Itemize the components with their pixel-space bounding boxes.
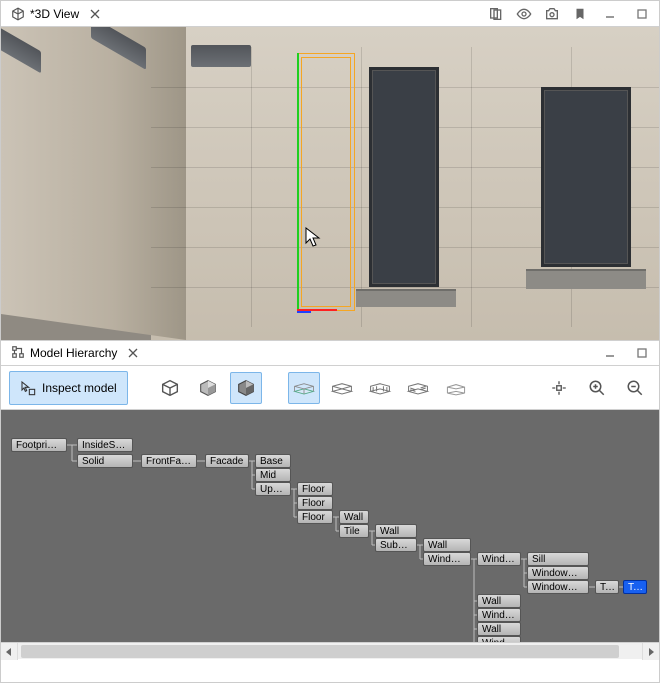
box-wire-icon[interactable] <box>154 372 186 404</box>
box-solid-icon[interactable] <box>230 372 262 404</box>
bookmark-icon[interactable] <box>571 5 589 23</box>
graph-node-tile[interactable]: Tile <box>339 524 369 538</box>
iso-hatch-icon[interactable] <box>402 372 434 404</box>
iso-lines-icon[interactable] <box>364 372 396 404</box>
iso-box-icon[interactable] <box>288 372 320 404</box>
box-shade-icon[interactable] <box>192 372 224 404</box>
close-icon[interactable] <box>88 7 102 21</box>
model-hierarchy-title: Model Hierarchy <box>30 346 117 360</box>
iso-open-icon[interactable] <box>326 372 358 404</box>
hierarchy-icon <box>11 345 25 362</box>
3d-view-title: *3D View <box>30 7 79 21</box>
graph-node-window2[interactable]: Window <box>477 608 521 622</box>
graph-node-insidesk[interactable]: InsideSk… <box>77 438 133 452</box>
graph-node-sill[interactable]: Sill <box>527 552 589 566</box>
maximize-button[interactable] <box>631 5 653 23</box>
3d-view-header: *3D View <box>1 1 659 27</box>
graph-node-windows[interactable]: Windows <box>423 552 471 566</box>
3d-view-toolbar <box>487 5 653 23</box>
iso-persp-icon[interactable] <box>440 372 472 404</box>
graph-node-solid[interactable]: Solid <box>77 454 133 468</box>
graph-node-windowas[interactable]: WindowAs… <box>527 580 589 594</box>
minimize-button[interactable] <box>599 5 621 23</box>
graph-node-wall5[interactable]: Wall <box>477 622 521 636</box>
inspect-model-label: Inspect model <box>42 381 117 395</box>
graph-node-floor1[interactable]: Floor <box>297 482 333 496</box>
cube-icon <box>11 7 25 21</box>
locate-icon[interactable] <box>543 372 575 404</box>
visibility-icon[interactable] <box>515 5 533 23</box>
graph-node-floor3[interactable]: Floor <box>297 510 333 524</box>
3d-view-tab[interactable]: *3D View <box>7 5 106 23</box>
close-icon[interactable] <box>126 346 140 360</box>
model-hierarchy-toolbar: Inspect model <box>1 366 659 410</box>
scroll-left-button[interactable] <box>1 643 18 660</box>
3d-viewport[interactable] <box>1 27 659 340</box>
graph-node-mid[interactable]: Mid <box>255 468 291 482</box>
scrollbar-thumb[interactable] <box>21 645 619 658</box>
graph-node-window[interactable]: Window <box>477 552 521 566</box>
graph-node-wall4[interactable]: Wall <box>477 594 521 608</box>
horizontal-scrollbar[interactable] <box>1 642 659 659</box>
graph-node-wall2[interactable]: Wall <box>375 524 417 538</box>
zoom-in-icon[interactable] <box>581 372 613 404</box>
hierarchy-graph[interactable]: Footprin… InsideSk… Solid FrontFac… Facade Ba… <box>1 410 659 642</box>
graph-node-texsel[interactable]: Tex <box>623 580 647 594</box>
graph-node-base[interactable]: Base <box>255 454 291 468</box>
graph-node-floor2[interactable]: Floor <box>297 496 333 510</box>
zoom-out-icon[interactable] <box>619 372 651 404</box>
model-hierarchy-tab[interactable]: Model Hierarchy <box>7 343 144 364</box>
graph-node-footprin[interactable]: Footprin… <box>11 438 67 452</box>
maximize-button[interactable] <box>631 344 653 362</box>
graph-node-windowop[interactable]: WindowOp… <box>527 566 589 580</box>
scroll-right-button[interactable] <box>642 643 659 660</box>
inspect-model-button[interactable]: Inspect model <box>9 371 128 405</box>
model-hierarchy-header: Model Hierarchy <box>1 340 659 366</box>
graph-node-wall1[interactable]: Wall <box>339 510 369 524</box>
graph-node-wall3[interactable]: Wall <box>423 538 471 552</box>
camera-icon[interactable] <box>543 5 561 23</box>
graph-node-tex[interactable]: Tex <box>595 580 619 594</box>
graph-node-facade[interactable]: Facade <box>205 454 249 468</box>
layers-icon[interactable] <box>487 5 505 23</box>
graph-node-upper[interactable]: Upper <box>255 482 291 496</box>
graph-node-frontfac[interactable]: FrontFac… <box>141 454 197 468</box>
minimize-button[interactable] <box>599 344 621 362</box>
graph-node-subtile[interactable]: SubTile <box>375 538 417 552</box>
